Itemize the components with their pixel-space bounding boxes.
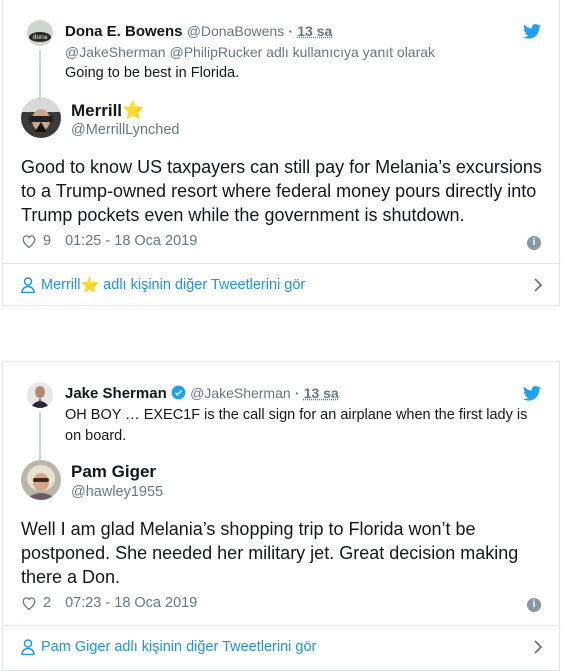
parent-author-handle[interactable]: @DonaBowens <box>187 23 285 39</box>
see-more-tweets-link[interactable]: Merrill ⭐ adlı kişinin diğer Tweetlerini … <box>3 263 561 306</box>
parent-author-name[interactable]: Jake Sherman <box>65 385 167 402</box>
tweet-card: dona Dona E. Bowens @DonaBowens · 13 sa … <box>2 0 561 306</box>
star-emoji: ⭐ <box>122 100 145 120</box>
like-count[interactable]: 9 <box>43 233 51 249</box>
tweet-timestamp[interactable]: 07:23 - 18 Oca 2019 <box>65 595 197 611</box>
see-more-label[interactable]: adlı kişinin diğer Tweetlerini gör <box>110 639 316 655</box>
verified-badge-icon <box>171 385 186 400</box>
heart-icon[interactable] <box>21 596 37 610</box>
parent-tweet-text: Going to be best in Florida. <box>65 65 240 81</box>
twitter-bird-icon[interactable] <box>523 24 541 39</box>
main-author-handle[interactable]: @hawley1955 <box>71 484 163 500</box>
person-icon <box>21 277 35 293</box>
thread-line <box>39 50 41 100</box>
avatar[interactable] <box>21 460 61 500</box>
parent-tweet-text: OH BOY … EXEC1F is the call sign for an … <box>65 407 528 444</box>
main-author-name[interactable]: Merrill <box>71 101 122 120</box>
see-more-author[interactable]: Merrill <box>41 277 80 293</box>
avatar[interactable] <box>27 382 53 408</box>
info-icon[interactable]: i <box>527 236 541 250</box>
chevron-right-icon[interactable] <box>533 639 543 655</box>
avatar-logo-text: dona <box>33 34 48 41</box>
parent-author-handle[interactable]: @JakeSherman <box>190 385 291 401</box>
chevron-right-icon[interactable] <box>533 277 543 293</box>
parent-author-name[interactable]: Dona E. Bowens <box>65 23 183 40</box>
person-icon <box>21 639 35 655</box>
tweet-meta: 2 07:23 - 18 Oca 2019 <box>21 595 197 611</box>
tweet-meta: 9 01:25 - 18 Oca 2019 <box>21 233 197 249</box>
parent-author[interactable]: Jake Sherman @JakeSherman · 13 sa <box>65 385 339 402</box>
reply-to-text: @JakeSherman @PhilipRucker adlı kullanıc… <box>65 44 436 60</box>
parent-author[interactable]: Dona E. Bowens @DonaBowens · 13 sa <box>65 23 332 40</box>
like-count[interactable]: 2 <box>43 595 51 611</box>
heart-icon[interactable] <box>21 234 37 248</box>
parent-timestamp[interactable]: 13 sa <box>297 23 332 39</box>
avatar[interactable]: dona <box>27 20 53 46</box>
main-tweet-text: Well I am glad Melania’s shopping trip t… <box>21 519 519 587</box>
tweet-timestamp[interactable]: 01:25 - 18 Oca 2019 <box>65 233 197 249</box>
separator-dot: · <box>288 23 294 39</box>
separator-dot: · <box>294 385 300 401</box>
info-icon[interactable]: i <box>527 598 541 612</box>
see-more-label[interactable]: adlı kişinin diğer Tweetlerini gör <box>99 277 305 293</box>
main-tweet-text: Good to know US taxpayers can still pay … <box>21 157 542 225</box>
see-more-author[interactable]: Pam Giger <box>41 639 110 655</box>
tweet-card: Jake Sherman @JakeSherman · 13 sa OH BOY… <box>2 361 561 671</box>
twitter-bird-icon[interactable] <box>523 386 541 401</box>
main-author-name-row[interactable]: Merrill⭐ <box>71 100 144 121</box>
main-author-handle[interactable]: @MerrillLynched <box>71 122 179 138</box>
avatar[interactable] <box>21 98 61 138</box>
see-more-tweets-link[interactable]: Pam Giger adlı kişinin diğer Tweetlerini… <box>3 625 561 668</box>
parent-timestamp[interactable]: 13 sa <box>304 385 339 401</box>
star-emoji: ⭐ <box>80 277 100 294</box>
main-author-name[interactable]: Pam Giger <box>71 462 156 482</box>
